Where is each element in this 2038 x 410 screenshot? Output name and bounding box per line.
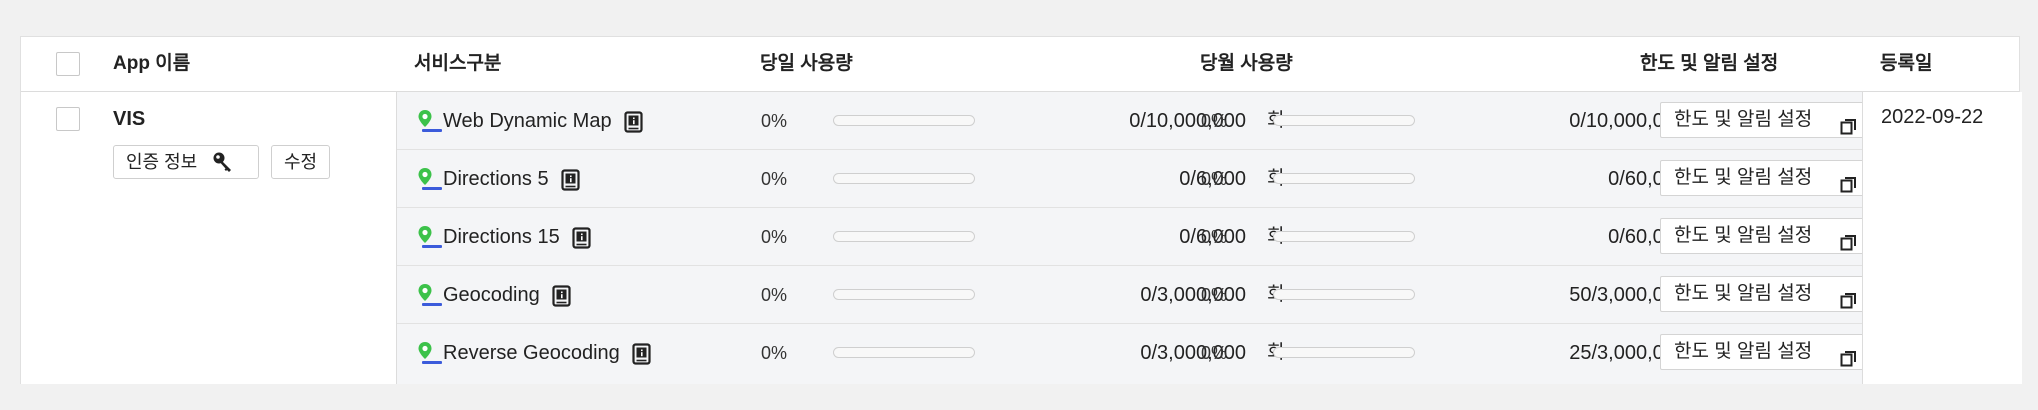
monthly-progress-bar — [1273, 289, 1415, 300]
auth-info-button[interactable]: 인증 정보 — [113, 145, 259, 179]
service-name: Geocoding — [443, 284, 540, 306]
service-row: Reverse Geocoding0%0/3,000,000회0%25/3,00… — [397, 324, 1886, 382]
service-name-cell: Geocoding — [417, 266, 574, 324]
service-name: Reverse Geocoding — [443, 342, 620, 364]
monthly-percent: 0% — [1201, 343, 1228, 363]
new-window-icon — [1840, 287, 1857, 321]
monthly-percent: 0% — [1201, 169, 1228, 189]
header-limit-settings: 한도 및 알림 설정 — [1640, 53, 1779, 74]
map-pin-icon — [417, 92, 443, 150]
daily-progress-bar — [833, 231, 975, 242]
service-name-cell: Directions 15 — [417, 208, 594, 266]
auth-info-label: 인증 정보 — [126, 152, 198, 172]
service-row: Geocoding0%0/3,000,000회0%50/3,000,000회한도… — [397, 266, 1886, 324]
daily-progress-bar — [833, 289, 975, 300]
monthly-percent: 0% — [1201, 227, 1228, 247]
service-name: Web Dynamic Map — [443, 110, 612, 132]
daily-percent: 0% — [761, 343, 788, 363]
limit-settings-label: 한도 및 알림 설정 — [1674, 109, 1813, 130]
map-pin-icon — [417, 150, 443, 208]
header-daily-usage: 당일 사용량 — [760, 53, 853, 74]
service-name-cell: Directions 5 — [417, 150, 583, 208]
monthly-progress-bar — [1273, 231, 1415, 242]
select-all-checkbox[interactable] — [56, 52, 80, 76]
registered-date-cell: 2022-09-22 — [1862, 92, 2022, 384]
limit-settings-button[interactable]: 한도 및 알림 설정 — [1660, 334, 1872, 370]
limit-settings-label: 한도 및 알림 설정 — [1674, 167, 1813, 188]
monthly-progress-bar — [1273, 347, 1415, 358]
daily-percent: 0% — [761, 111, 788, 131]
limit-settings-label: 한도 및 알림 설정 — [1674, 283, 1813, 304]
daily-progress-bar — [833, 173, 975, 184]
app-usage-table: App 이름 서비스구분 당일 사용량 당월 사용량 한도 및 알림 설정 등록… — [20, 36, 2022, 384]
key-icon — [212, 151, 234, 173]
app-cell: VIS 인증 정보 수정 — [21, 92, 396, 384]
header-service: 서비스구분 — [414, 53, 502, 74]
service-name-cell: Reverse Geocoding — [417, 324, 654, 382]
api-doc-icon[interactable] — [550, 266, 574, 324]
table-header: App 이름 서비스구분 당일 사용량 당월 사용량 한도 및 알림 설정 등록… — [21, 37, 2019, 92]
app-row-checkbox[interactable] — [56, 107, 80, 131]
service-row: Directions 150%0/6,000회0%0/60,000회한도 및 알… — [397, 208, 1886, 266]
daily-usage-value: 0/3,000,000 — [1140, 342, 1246, 364]
service-name-cell: Web Dynamic Map — [417, 92, 646, 150]
monthly-progress-bar — [1273, 115, 1415, 126]
daily-percent: 0% — [761, 227, 788, 247]
daily-usage-value: 0/10,000,000 — [1129, 110, 1246, 132]
map-pin-icon — [417, 208, 443, 266]
daily-progress-bar — [833, 115, 975, 126]
new-window-icon — [1840, 113, 1857, 147]
limit-settings-button[interactable]: 한도 및 알림 설정 — [1660, 276, 1872, 312]
edit-button[interactable]: 수정 — [271, 145, 331, 179]
daily-progress-bar — [833, 347, 975, 358]
service-row: Directions 50%0/6,000회0%0/60,000회한도 및 알림… — [397, 150, 1886, 208]
app-name: VIS — [113, 108, 146, 130]
limit-settings-button[interactable]: 한도 및 알림 설정 — [1660, 218, 1872, 254]
map-pin-icon — [417, 266, 443, 324]
limit-settings-label: 한도 및 알림 설정 — [1674, 341, 1813, 362]
api-doc-icon[interactable] — [622, 92, 646, 150]
header-app-name: App 이름 — [113, 53, 191, 74]
limit-settings-button[interactable]: 한도 및 알림 설정 — [1660, 102, 1872, 138]
header-monthly-usage: 당월 사용량 — [1200, 53, 1293, 74]
limit-settings-button[interactable]: 한도 및 알림 설정 — [1660, 160, 1872, 196]
new-window-icon — [1840, 229, 1857, 263]
service-name: Directions 5 — [443, 168, 549, 190]
api-doc-icon[interactable] — [559, 150, 583, 208]
new-window-icon — [1840, 171, 1857, 205]
header-registered: 등록일 — [1880, 53, 1933, 74]
service-row: Web Dynamic Map0%0/10,000,000회0%0/10,000… — [397, 92, 1886, 150]
api-doc-icon[interactable] — [630, 324, 654, 382]
daily-percent: 0% — [761, 285, 788, 305]
service-rows: Web Dynamic Map0%0/10,000,000회0%0/10,000… — [396, 92, 1886, 384]
monthly-percent: 0% — [1201, 111, 1228, 131]
api-doc-icon[interactable] — [570, 208, 594, 266]
registered-date: 2022-09-22 — [1881, 106, 1984, 128]
service-name: Directions 15 — [443, 226, 560, 248]
new-window-icon — [1840, 345, 1857, 379]
map-pin-icon — [417, 324, 443, 382]
daily-usage-value: 0/3,000,000 — [1140, 284, 1246, 306]
daily-percent: 0% — [761, 169, 788, 189]
limit-settings-label: 한도 및 알림 설정 — [1674, 225, 1813, 246]
monthly-progress-bar — [1273, 173, 1415, 184]
monthly-percent: 0% — [1201, 285, 1228, 305]
